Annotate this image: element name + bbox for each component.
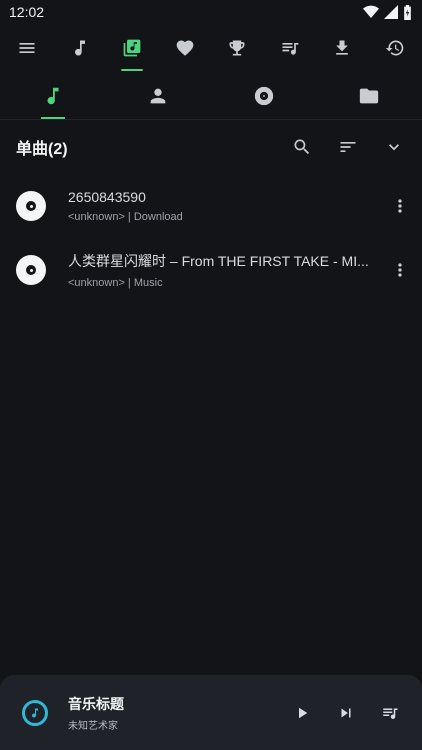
- play-button[interactable]: [282, 693, 322, 733]
- list-item[interactable]: 2650843590 <unknown> | Download: [0, 174, 422, 238]
- list-item[interactable]: 人类群星闪耀时 – From THE FIRST TAKE - MI... <u…: [0, 238, 422, 302]
- player-actions: [282, 693, 410, 733]
- next-button[interactable]: [326, 693, 366, 733]
- music-library-icon: [123, 39, 141, 57]
- search-button[interactable]: [282, 127, 322, 167]
- folder-icon: [360, 88, 379, 103]
- song-title: 人类群星闪耀时 – From THE FIRST TAKE - MI...: [68, 253, 369, 269]
- song-list: 2650843590 <unknown> | Download 人类群星闪耀时 …: [0, 174, 422, 302]
- tab-folders[interactable]: [317, 72, 422, 119]
- tab-artists[interactable]: [106, 72, 212, 119]
- toolbar-tab-history[interactable]: [376, 29, 414, 67]
- chevron-down-icon: [389, 144, 399, 151]
- toolbar-tab-songs[interactable]: [61, 29, 99, 67]
- menu-icon: [19, 43, 35, 53]
- disc-icon: [16, 255, 46, 285]
- battery-icon: [404, 4, 411, 20]
- status-time: 12:02: [9, 4, 45, 20]
- toolbar-tab-ranking[interactable]: [218, 29, 256, 67]
- more-vert-icon: [398, 263, 402, 277]
- toolbar-tab-playlists[interactable]: [271, 29, 309, 67]
- player-text: 音乐标题 未知艺术家: [68, 694, 282, 732]
- song-subtitle: <unknown> | Download: [68, 211, 183, 223]
- list-title: 单曲(2): [16, 141, 68, 158]
- list-header: 单曲(2): [0, 120, 422, 174]
- menu-button[interactable]: [8, 29, 46, 67]
- tab-albums[interactable]: [211, 72, 317, 119]
- wifi-icon: [363, 5, 379, 19]
- top-toolbar: [0, 24, 422, 72]
- toolbar-tab-favorites[interactable]: [166, 29, 204, 67]
- play-icon: [299, 707, 308, 718]
- song-title: 2650843590: [68, 189, 146, 205]
- more-options-button[interactable]: [388, 250, 412, 290]
- download-icon: [336, 40, 349, 55]
- player-artist: 未知艺术家: [68, 720, 118, 732]
- expand-button[interactable]: [374, 127, 414, 167]
- skip-next-icon: [341, 708, 351, 717]
- song-text: 2650843590 <unknown> | Download: [68, 189, 380, 223]
- search-icon: [294, 139, 310, 155]
- queue-music-icon: [282, 43, 299, 55]
- history-icon: [385, 40, 404, 56]
- song-icon: [47, 87, 59, 104]
- sort-icon: [340, 142, 356, 152]
- status-bar: 12:02: [0, 0, 422, 24]
- trophy-icon: [229, 40, 245, 56]
- heart-icon: [176, 40, 194, 56]
- artist-icon: [150, 88, 166, 103]
- tab-songs[interactable]: [0, 72, 106, 119]
- song-text: 人类群星闪耀时 – From THE FIRST TAKE - MI... <u…: [68, 251, 380, 289]
- status-icons: [363, 4, 412, 20]
- queue-button[interactable]: [370, 693, 410, 733]
- mini-player[interactable]: 音乐标题 未知艺术家: [0, 675, 422, 750]
- header-actions: [282, 127, 414, 167]
- toolbar-tab-library[interactable]: [113, 29, 151, 71]
- disc-icon: [16, 191, 46, 221]
- signal-icon: [384, 5, 398, 19]
- sort-button[interactable]: [328, 127, 368, 167]
- sub-tabs: [0, 72, 422, 120]
- music-note-icon: [74, 40, 85, 56]
- player-title: 音乐标题: [68, 695, 124, 712]
- album-disc-icon: [254, 86, 273, 105]
- more-options-button[interactable]: [388, 186, 412, 226]
- more-vert-icon: [398, 199, 402, 213]
- album-cover[interactable]: [22, 699, 48, 726]
- queue-music-icon: [383, 708, 398, 719]
- song-subtitle: <unknown> | Music: [68, 277, 163, 289]
- music-note-icon: [32, 708, 38, 718]
- toolbar-tab-downloads[interactable]: [323, 29, 361, 67]
